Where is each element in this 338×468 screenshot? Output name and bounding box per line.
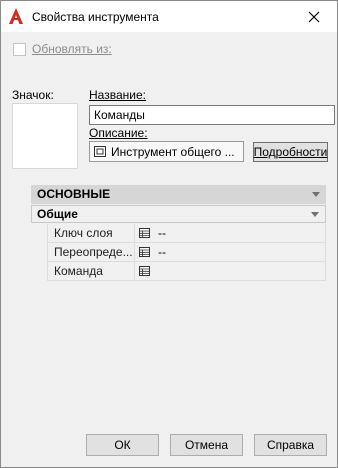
help-button[interactable]: Справка [254,434,327,456]
cancel-button[interactable]: Отмена [170,434,243,456]
property-value[interactable]: -- [139,224,166,242]
category-header[interactable]: ОСНОВНЫЕ [31,185,326,204]
details-button[interactable]: Подробности [253,142,328,162]
property-row[interactable]: Переопреде... -- [47,243,326,262]
name-input[interactable]: Команды [89,105,335,125]
property-name: Команда [47,262,135,280]
window-title: Свойства инструмента [32,10,159,24]
category-label: ОСНОВНЫЕ [37,187,111,201]
property-value-text: -- [158,226,166,240]
autocad-logo-icon [9,8,23,24]
table-icon [139,266,150,276]
close-button[interactable] [291,1,337,32]
property-name: Ключ слоя [47,224,135,242]
property-row[interactable]: Команда [47,262,326,281]
title-bar: Свойства инструмента [1,1,337,32]
update-from-checkbox-row[interactable]: Обновлять из: [13,42,112,56]
update-from-checkbox[interactable] [13,42,26,56]
close-icon [308,11,320,22]
row-border [325,243,326,261]
row-border [325,262,326,280]
row-border [325,224,326,242]
update-from-label: Обновлять из: [32,42,112,56]
property-row[interactable]: Ключ слоя -- [47,224,326,243]
description-label: Описание: [89,126,148,140]
tool-properties-dialog: Свойства инструмента Обновлять из: Значо… [0,0,338,468]
help-button-label: Справка [266,438,315,452]
property-value[interactable]: -- [139,243,166,261]
collapse-icon [311,212,319,217]
cancel-button-label: Отмена [184,438,229,452]
description-icon [94,146,106,157]
properties-panel: ОСНОВНЫЕ Общие Ключ слоя -- Переопреде..… [31,185,326,282]
description-value: Инструмент общего ... [111,144,235,159]
property-value-text: -- [158,245,166,259]
description-field[interactable]: Инструмент общего ... [89,141,244,162]
table-icon [139,247,150,257]
group-header[interactable]: Общие [31,205,326,223]
ok-button[interactable]: ОК [86,434,159,456]
details-button-label: Подробности [253,145,328,159]
property-value[interactable] [139,262,158,280]
icon-label: Значок: [12,88,54,102]
ok-button-label: ОК [114,438,131,452]
property-grid: Ключ слоя -- Переопреде... -- Команда [47,224,326,281]
collapse-icon [312,192,320,197]
property-name: Переопреде... [47,243,135,261]
table-icon [139,228,150,238]
name-label: Название: [89,88,146,102]
group-label: Общие [37,207,78,221]
tool-icon-preview[interactable] [12,103,78,169]
